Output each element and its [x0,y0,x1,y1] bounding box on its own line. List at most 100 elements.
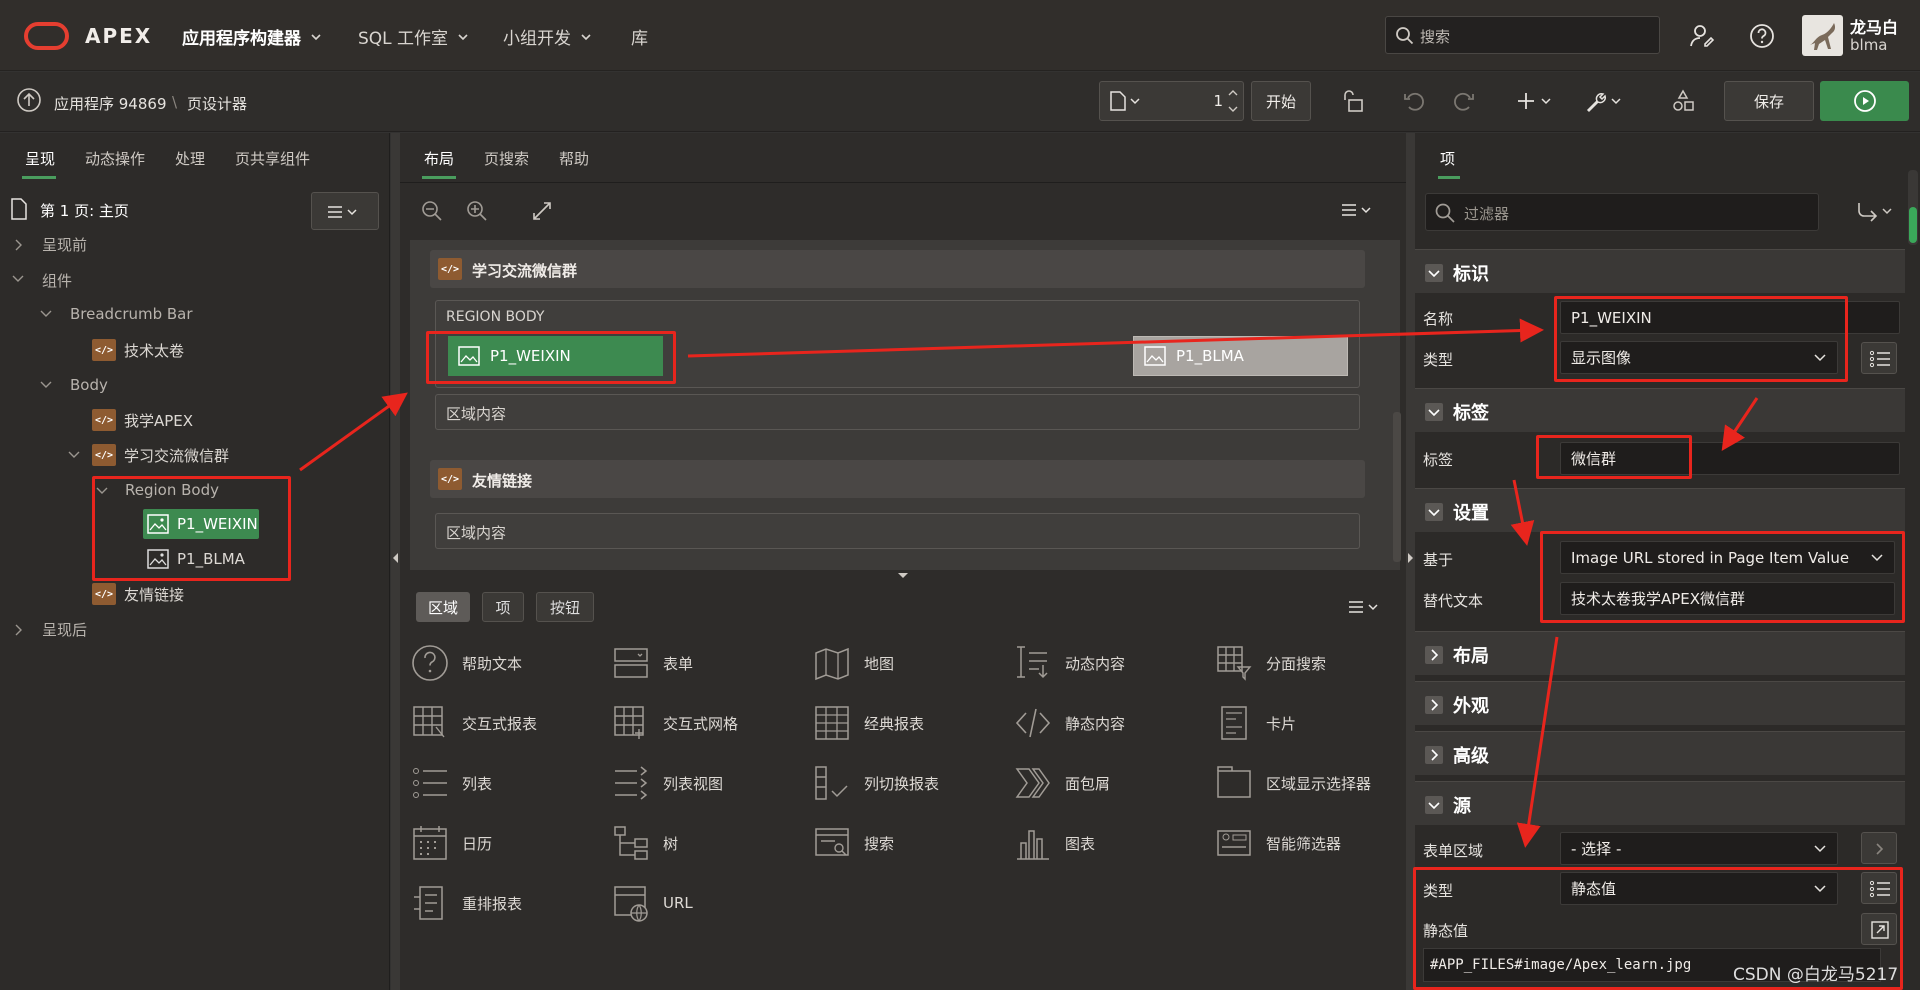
utilities-wrench-icon[interactable] [1584,88,1626,114]
page-stepper-icon[interactable] [1227,86,1239,116]
nav-team-dev[interactable]: 小组开发 [503,24,593,49]
go-to-group-icon[interactable] [1855,199,1895,225]
section-appearance[interactable]: 外观 [1415,681,1905,725]
gallery-item[interactable]: 日历 [410,823,492,863]
gallery-item[interactable]: 列切换报表 [812,763,939,803]
tree-region-woxue[interactable]: </> 我学APEX [92,409,193,431]
chevron-down-icon[interactable] [12,274,24,284]
shared-components-icon[interactable] [1670,88,1696,114]
global-search-input[interactable]: 搜索 [1385,16,1660,54]
app-breadcrumb[interactable]: 应用程序 94869 [54,93,167,114]
gallery-tab-regions[interactable]: 区域 [416,592,470,622]
brand-name[interactable]: APEX [85,24,152,48]
gallery-item[interactable]: 动态内容 [1013,643,1125,683]
tab-rendering[interactable]: 呈现 [25,148,55,169]
region-content-drop[interactable]: 区域内容 [435,394,1360,430]
gallery-item[interactable]: 重排报表 [410,883,522,923]
region-wechat-header[interactable]: </> 学习交流微信群 [430,250,1365,288]
layout-scrollbar[interactable] [1393,412,1401,562]
unlock-icon[interactable] [1340,88,1366,114]
layout-menu-icon[interactable] [1340,202,1376,218]
gallery-item[interactable]: 表单 [611,643,693,683]
tree-breadcrumb-bar[interactable]: Breadcrumb Bar [70,305,193,323]
form-region-select[interactable]: - 选择 - [1560,832,1838,865]
nav-sql-workshop[interactable]: SQL 工作室 [358,24,470,49]
run-page-button[interactable] [1820,81,1909,121]
section-identification[interactable]: 标识 [1415,249,1905,293]
chevron-right-icon[interactable] [14,239,24,251]
user-settings-icon[interactable] [1688,22,1716,50]
section-label[interactable]: 标签 [1415,388,1905,432]
tab-help[interactable]: 帮助 [559,148,589,169]
nav-app-builder[interactable]: 应用程序构建器 [182,24,323,49]
section-settings[interactable]: 设置 [1415,488,1905,532]
gallery-item[interactable]: 树 [611,823,678,863]
resize-handle-icon[interactable] [897,572,909,579]
section-advanced[interactable]: 高级 [1415,731,1905,775]
undo-icon[interactable] [1402,88,1428,114]
tab-layout[interactable]: 布局 [424,148,454,169]
page-selector[interactable]: 1 [1099,81,1244,121]
region-content-drop[interactable]: 区域内容 [435,513,1360,549]
tree-region-friend-links[interactable]: </> 友情链接 [92,583,184,605]
gallery-item[interactable]: 区域显示选择器 [1214,763,1371,803]
gallery-item[interactable]: 列表视图 [611,763,723,803]
gallery-item[interactable]: 地图 [812,643,894,683]
create-menu-icon[interactable] [1516,88,1556,114]
section-layout[interactable]: 布局 [1415,631,1905,675]
tree-body[interactable]: Body [70,376,108,394]
zoom-out-icon[interactable] [420,199,444,223]
gallery-tab-items[interactable]: 项 [482,592,524,622]
form-region-go-button[interactable] [1861,832,1897,864]
gallery-item[interactable]: 搜索 [812,823,894,863]
go-button[interactable]: 开始 [1251,81,1311,121]
chevron-right-icon[interactable] [14,624,24,636]
tree-region-jishu[interactable]: </> 技术太卷 [92,339,184,361]
region-friend-links-header[interactable]: </> 友情链接 [430,460,1365,498]
nav-gallery[interactable]: 库 [631,24,648,49]
property-filter-input[interactable]: 过滤器 [1425,193,1819,231]
gallery-item[interactable]: 分面搜索 [1214,643,1326,683]
right-scrollbar-thumb[interactable] [1909,207,1917,243]
gallery-item[interactable]: 智能筛选器 [1214,823,1341,863]
expand-icon[interactable] [530,199,554,223]
gallery-item[interactable]: URL [611,883,693,923]
tab-item[interactable]: 项 [1440,148,1455,169]
layout-item-p1-blma[interactable]: P1_BLMA [1133,336,1348,376]
gallery-item[interactable]: 图表 [1013,823,1095,863]
gallery-item[interactable]: 帮助文本 [410,643,522,683]
tab-shared-components[interactable]: 页共享组件 [235,148,310,169]
chevron-down-icon[interactable] [40,380,52,390]
arrow-up-circle-icon[interactable] [16,87,42,113]
chevron-down-icon[interactable] [40,309,52,319]
page-title[interactable]: 第 1 页: 主页 [40,200,129,221]
gallery-item[interactable]: 经典报表 [812,703,924,743]
tree-menu-button[interactable] [311,192,379,230]
gallery-item[interactable]: 面包屑 [1013,763,1110,803]
tree-region-wechat[interactable]: </> 学习交流微信群 [92,444,229,466]
zoom-in-icon[interactable] [465,199,489,223]
gallery-item[interactable]: 交互式报表 [410,703,537,743]
gallery-menu-icon[interactable] [1347,599,1383,615]
gallery-tab-buttons[interactable]: 按钮 [536,592,594,622]
section-source[interactable]: 源 [1415,781,1905,825]
gallery-item[interactable]: 卡片 [1214,703,1296,743]
oracle-logo-icon[interactable] [24,22,69,50]
tree-after-render[interactable]: 呈现后 [42,619,87,640]
collapse-right-icon[interactable] [1407,552,1414,564]
redo-icon[interactable] [1450,88,1476,114]
help-icon[interactable] [1748,22,1776,50]
tree-components[interactable]: 组件 [42,270,72,291]
chevron-down-icon[interactable] [68,450,80,460]
gallery-item[interactable]: 静态内容 [1013,703,1125,743]
tab-processing[interactable]: 处理 [175,148,205,169]
save-button[interactable]: 保存 [1724,81,1814,121]
avatar[interactable] [1802,15,1843,56]
tree-before-render[interactable]: 呈现前 [42,234,87,255]
tab-dynamic-actions[interactable]: 动态操作 [85,148,145,169]
collapse-left-icon[interactable] [392,552,399,564]
gallery-item[interactable]: 列表 [410,763,492,803]
page-number[interactable]: 1 [1213,92,1223,110]
type-list-button[interactable] [1861,342,1897,374]
tab-page-search[interactable]: 页搜索 [484,148,529,169]
